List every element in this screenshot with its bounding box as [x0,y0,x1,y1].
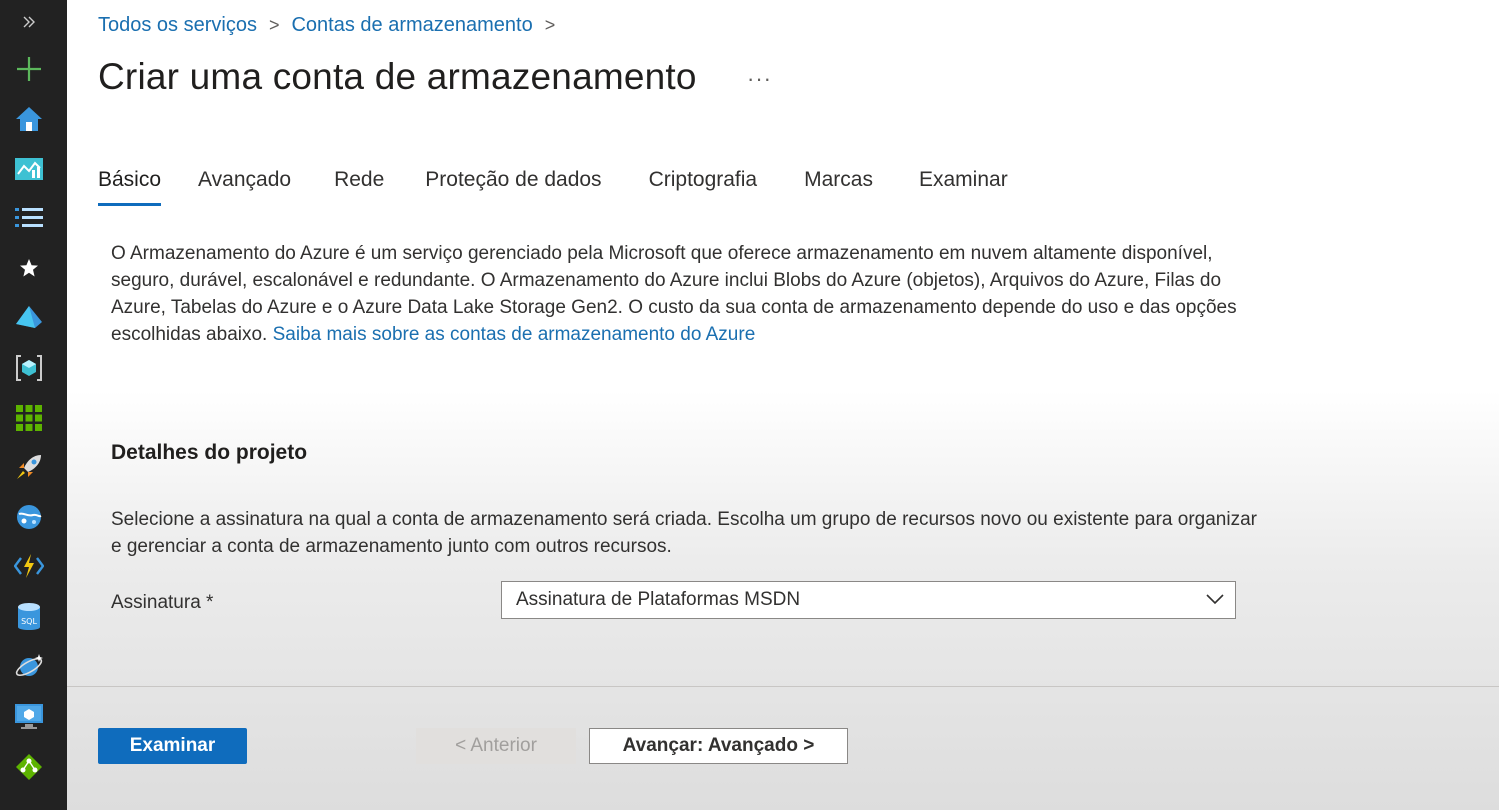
breadcrumb-separator: > [544,15,556,35]
project-details-description: Selecione a assinatura na qual a conta d… [111,509,1257,557]
virtual-machine-icon [15,704,43,729]
double-chevron-right-icon [23,16,35,28]
tab-protecao-de-dados[interactable]: Proteção de dados [425,164,601,206]
home-button[interactable] [0,99,58,139]
resource-groups-button[interactable] [0,348,58,388]
learn-more-link[interactable]: Saiba mais sobre as contas de armazename… [273,324,756,345]
favorites-button[interactable] [0,248,58,288]
azure-devops-icon [16,306,42,328]
footer-divider [67,686,1499,687]
cosmos-db-button[interactable] [0,647,58,687]
app-services-button[interactable] [0,497,58,537]
tab-marcas[interactable]: Marcas [804,164,873,206]
function-app-button[interactable] [0,546,58,586]
subscription-selected-value: Assinatura de Plataformas MSDN [516,589,801,610]
left-sidebar: SQL [0,0,67,810]
create-resource-button[interactable] [0,49,58,89]
star-icon [20,259,38,277]
sql-database-icon: SQL [18,603,40,630]
home-icon [16,107,42,131]
chevron-down-icon [1206,594,1224,605]
dashboard-icon [15,158,43,180]
intro-paragraph: O Armazenamento do Azure é um serviço ge… [111,240,1261,348]
main-content: Todos os serviços > Contas de armazename… [67,0,1499,810]
quickstart-rocket-icon [17,455,41,479]
load-balancer-icon [16,754,42,780]
breadcrumb-all-services-link[interactable]: Todos os serviços [98,14,257,37]
tab-examinar[interactable]: Examinar [919,164,1008,206]
all-services-button[interactable] [0,198,58,238]
tab-rede[interactable]: Rede [334,164,384,206]
project-details-heading: Detalhes do projeto [111,441,308,464]
page-title: Criar uma conta de armazenamento [98,56,697,97]
tab-bar: Básico Avançado Rede Proteção de dados C… [98,164,1008,208]
virtual-machines-button[interactable] [0,697,58,737]
dashboard-button[interactable] [0,149,58,189]
resource-group-icon [16,355,42,381]
next-advanced-button[interactable]: Avançar: Avançado > [589,728,848,764]
review-button[interactable]: Examinar [98,728,247,764]
sql-database-button[interactable]: SQL [0,597,58,637]
tab-basico[interactable]: Básico [98,164,162,206]
breadcrumb-storage-accounts-link[interactable]: Contas de armazenamento [291,14,532,37]
load-balancer-button[interactable] [0,747,58,787]
breadcrumb: Todos os serviços > Contas de armazename… [98,14,567,37]
azure-devops-button[interactable] [0,297,58,337]
function-app-icon [14,554,44,578]
plus-icon [17,57,41,81]
tab-criptografia[interactable]: Criptografia [649,164,758,206]
cosmos-db-icon [15,654,43,677]
subscription-label: Assinatura * [111,592,214,613]
app-services-globe-icon [17,505,42,529]
quickstart-button[interactable] [0,447,58,487]
subscription-dropdown[interactable]: Assinatura de Plataformas MSDN [501,581,1236,619]
all-services-list-icon [15,208,43,227]
breadcrumb-separator: > [268,15,280,35]
tab-avancado[interactable]: Avançado [198,164,291,206]
svg-text:SQL: SQL [21,617,37,626]
previous-button[interactable]: < Anterior [416,728,576,764]
all-resources-button[interactable] [0,398,58,438]
all-resources-grid-icon [16,405,42,431]
expand-menu-button[interactable] [0,2,58,42]
more-options-button[interactable]: ··· [747,66,772,92]
